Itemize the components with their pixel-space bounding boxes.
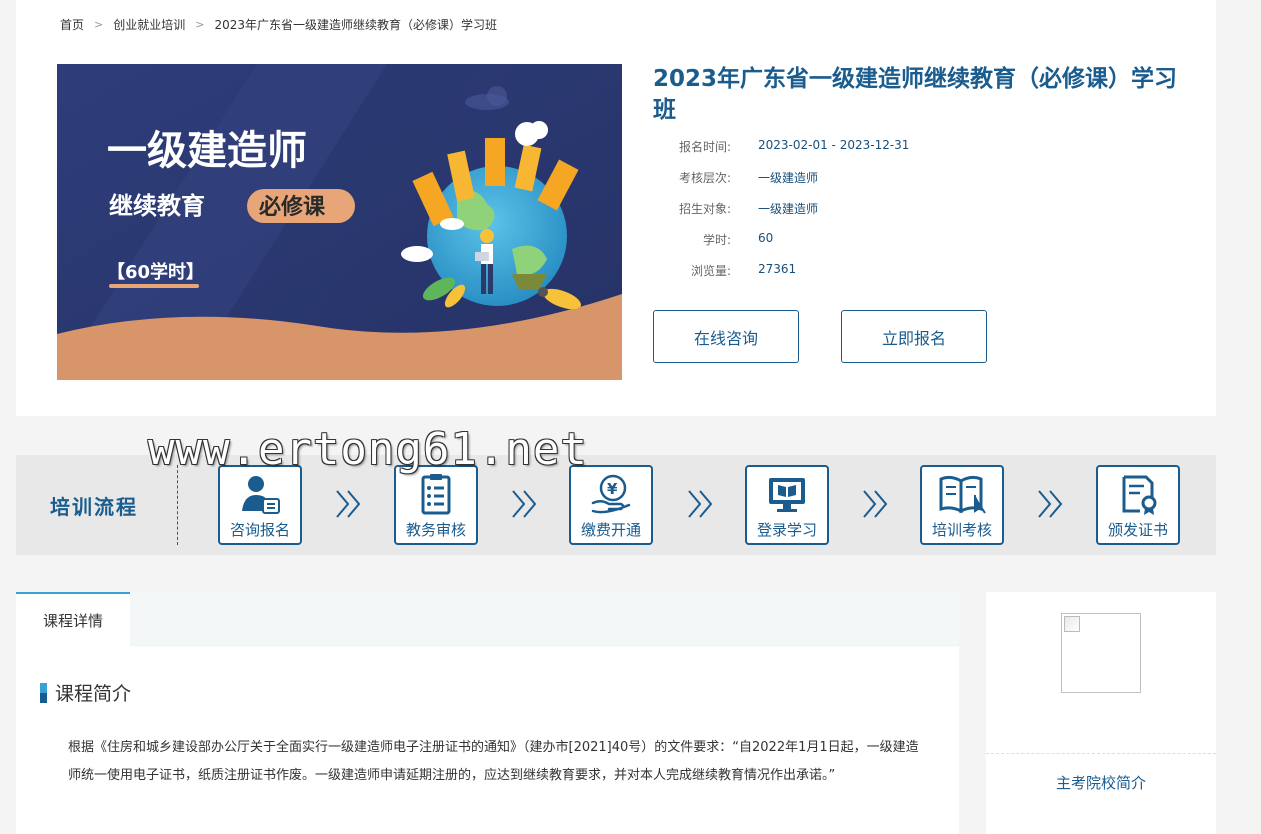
double-chevron-right-icon <box>336 490 361 518</box>
banner-hours: 【60学时】 <box>107 261 204 283</box>
enroll-now-button[interactable]: 立即报名 <box>841 310 987 363</box>
step-label: 缴费开通 <box>580 521 641 539</box>
process-divider <box>177 465 178 545</box>
yuan-payment-icon: ¥ <box>591 474 631 514</box>
course-detail-card: 课程详情 课程简介 根据《住房和城乡建设部办公厅关于全面实行一级建造师电子注册证… <box>16 592 959 834</box>
info-row-hours: 学时: 60 <box>653 231 909 262</box>
school-intro-title[interactable]: 主考院校简介 <box>986 772 1216 793</box>
step-label: 培训考核 <box>931 521 992 539</box>
step-label: 咨询报名 <box>229 521 290 539</box>
info-label: 考核层次: <box>678 171 731 185</box>
info-value: 一级建造师 <box>758 202 819 216</box>
breadcrumb-home[interactable]: 首页 <box>60 16 84 33</box>
double-chevron-right-icon <box>688 490 713 518</box>
step-issue-certificate: 颁发证书 <box>1096 465 1180 545</box>
page-title: 2023年广东省一级建造师继续教育（必修课）学习班 <box>653 66 1178 123</box>
process-title: 培训流程 <box>50 495 138 519</box>
breadcrumb-category[interactable]: 创业就业培训 <box>113 16 185 33</box>
double-chevron-right-icon <box>1038 490 1063 518</box>
banner-illustration: 一级建造师 继续教育 必修课 【60学时】 <box>57 64 622 380</box>
course-intro-text: 根据《住房和城乡建设部办公厅关于全面实行一级建造师电子注册证书的通知》（建办市[… <box>68 740 919 783</box>
info-label: 报名时间: <box>678 140 731 154</box>
double-chevron-right-icon <box>863 490 888 518</box>
banner-badge: 必修课 <box>259 194 326 220</box>
course-header-panel: 首页 > 创业就业培训 > 2023年广东省一级建造师继续教育（必修课）学习班 <box>16 0 1216 416</box>
section-heading: 课程简介 <box>40 679 131 706</box>
school-logo-image <box>1061 613 1141 693</box>
section-marker-icon <box>40 682 47 703</box>
certificate-icon <box>1122 475 1157 515</box>
info-row-views: 浏览量: 27361 <box>653 262 909 293</box>
step-label: 登录学习 <box>756 521 817 539</box>
step-training-exam: 培训考核 <box>920 465 1004 545</box>
tab-course-detail[interactable]: 课程详情 <box>16 592 130 647</box>
step-academic-review: 教务审核 <box>394 465 478 545</box>
banner-line1: 一级建造师 <box>107 128 307 174</box>
sidebar-divider <box>986 753 1216 754</box>
breadcrumb: 首页 > 创业就业培训 > 2023年广东省一级建造师继续教育（必修课）学习班 <box>60 16 497 33</box>
chevron-right-icon: > <box>195 18 205 31</box>
step-payment: ¥ 缴费开通 <box>569 465 653 545</box>
banner-line2: 继续教育 <box>109 192 205 220</box>
step-label: 颁发证书 <box>1107 521 1168 539</box>
info-value: 2023-02-01 - 2023-12-31 <box>758 138 910 152</box>
svg-text:¥: ¥ <box>607 480 618 498</box>
step-login-study: 登录学习 <box>745 465 829 545</box>
school-sidebar: 主考院校简介 <box>986 592 1216 834</box>
breadcrumb-current: 2023年广东省一级建造师继续教育（必修课）学习班 <box>214 18 498 32</box>
watermark-text: www.ertong61.net <box>148 424 588 475</box>
consult-online-button[interactable]: 在线咨询 <box>653 310 799 363</box>
open-book-icon <box>939 475 986 514</box>
user-form-icon <box>242 476 280 514</box>
course-info-list: 报名时间: 2023-02-01 - 2023-12-31 考核层次: 一级建造… <box>653 138 909 293</box>
chevron-right-icon: > <box>94 18 104 31</box>
monitor-book-icon <box>769 478 805 512</box>
info-row-enroll-time: 报名时间: 2023-02-01 - 2023-12-31 <box>653 138 909 169</box>
info-value: 60 <box>758 231 774 245</box>
info-label: 浏览量: <box>690 264 731 278</box>
step-consult-enroll: 咨询报名 <box>218 465 302 545</box>
course-banner-image: 一级建造师 继续教育 必修课 【60学时】 <box>57 64 622 380</box>
info-value: 27361 <box>758 262 797 276</box>
info-value: 一级建造师 <box>758 171 819 185</box>
info-label: 招生对象: <box>678 202 731 216</box>
detail-tab-bar: 课程详情 <box>16 592 959 647</box>
step-label: 教务审核 <box>405 521 466 539</box>
double-chevron-right-icon <box>512 490 537 518</box>
checklist-icon <box>421 474 451 515</box>
section-title-text: 课程简介 <box>55 683 132 705</box>
info-label: 学时: <box>702 233 731 247</box>
info-row-target: 招生对象: 一级建造师 <box>653 200 909 231</box>
info-row-level: 考核层次: 一级建造师 <box>653 169 909 200</box>
